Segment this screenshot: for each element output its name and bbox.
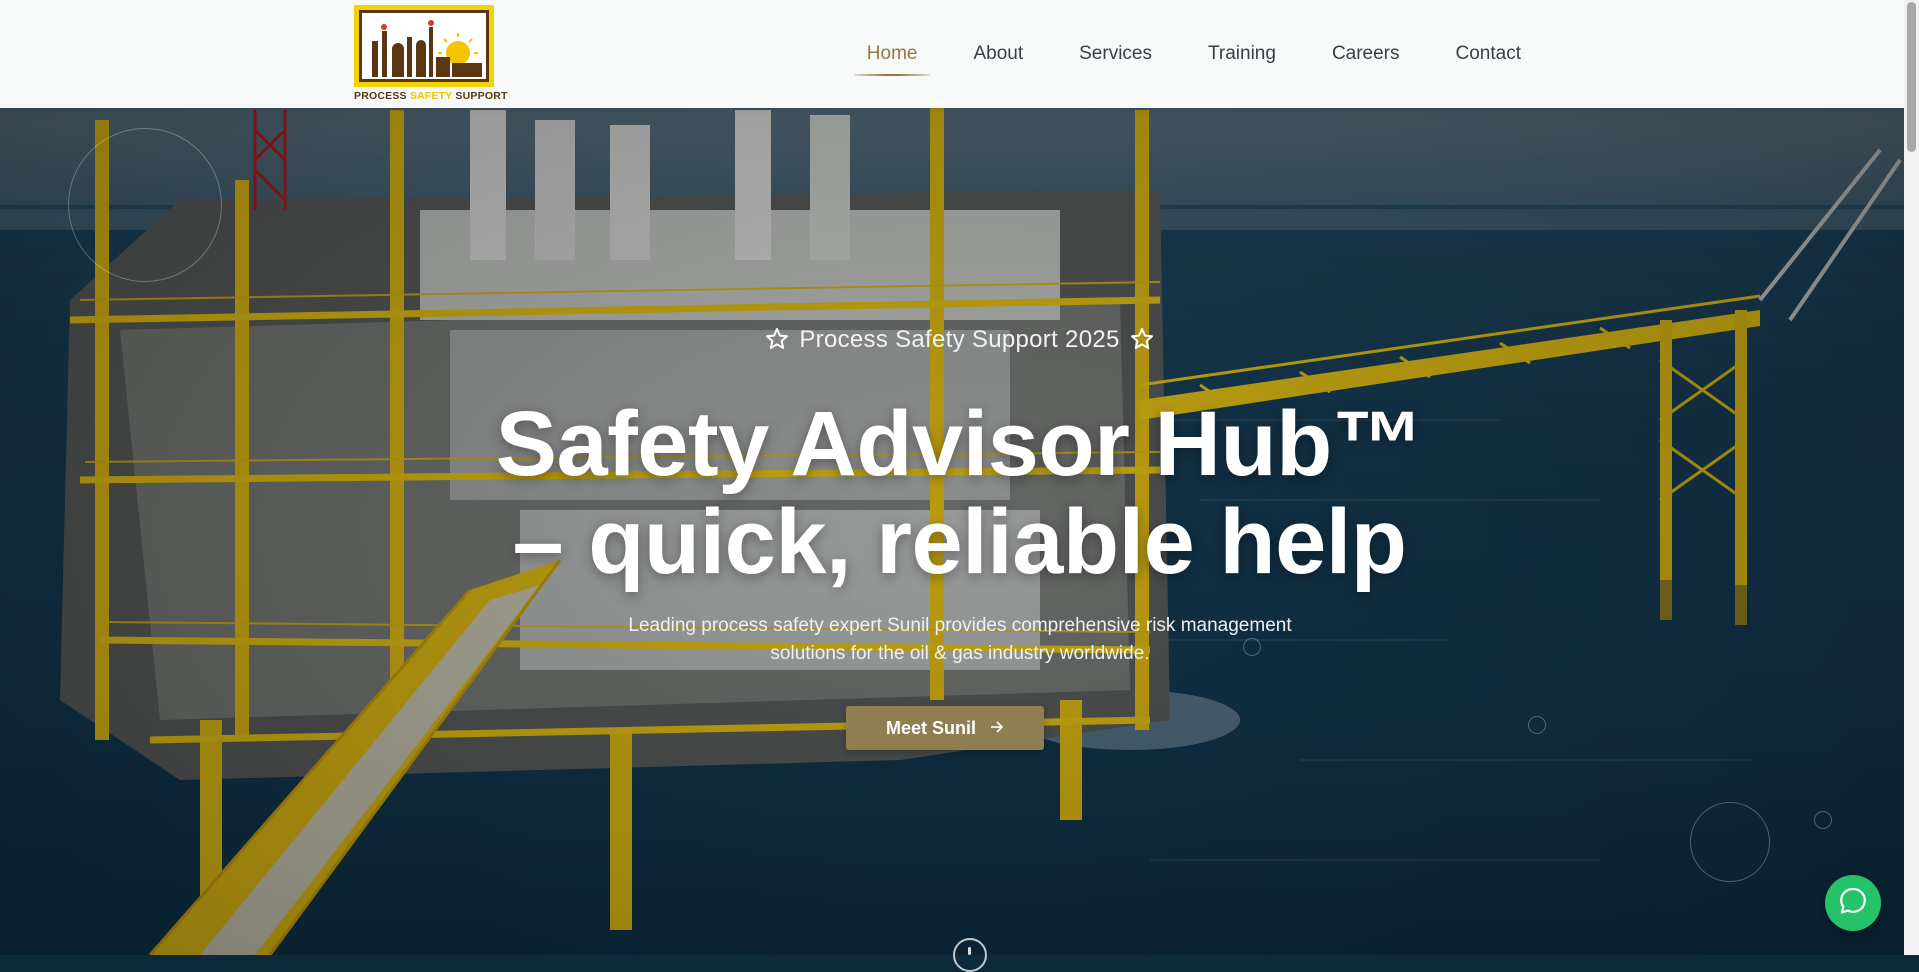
decorative-circle bbox=[68, 128, 222, 282]
nav-item-about[interactable]: About bbox=[945, 41, 1051, 67]
logo-word-support: SUPPORT bbox=[452, 90, 508, 102]
hero-headline: Safety Advisor Hub™ – quick, reliable he… bbox=[0, 395, 1919, 591]
hero-description: Leading process safety expert Sunil prov… bbox=[560, 612, 1360, 668]
logo-word-safety: SAFETY bbox=[409, 90, 453, 102]
brand-logo[interactable]: PROCESS SAFETY SUPPORT bbox=[354, 5, 507, 103]
scrollbar-thumb[interactable] bbox=[1907, 2, 1916, 152]
logo-wordmark: PROCESS SAFETY SUPPORT bbox=[354, 90, 507, 102]
decorative-circle bbox=[1814, 811, 1832, 829]
scroll-down-icon[interactable] bbox=[953, 938, 987, 972]
nav-item-home[interactable]: Home bbox=[839, 41, 946, 76]
site-header: PROCESS SAFETY SUPPORT Home About Servic… bbox=[0, 0, 1919, 108]
hero-headline-line-1: Safety Advisor Hub™ bbox=[495, 393, 1424, 495]
nav-item-services[interactable]: Services bbox=[1051, 41, 1180, 67]
meet-sunil-button[interactable]: Meet Sunil bbox=[846, 706, 1044, 750]
star-outline-icon bbox=[765, 327, 789, 358]
hero-description-line-2: solutions for the oil & gas industry wor… bbox=[770, 643, 1150, 664]
logo-emblem bbox=[359, 10, 489, 82]
meet-sunil-button-label: Meet Sunil bbox=[885, 717, 976, 738]
logo-frame bbox=[354, 5, 494, 87]
star-outline-icon bbox=[1130, 327, 1154, 358]
chat-button[interactable] bbox=[1825, 875, 1881, 931]
hero-description-line-1: Leading process safety expert Sunil prov… bbox=[628, 615, 1292, 636]
nav-item-careers[interactable]: Careers bbox=[1304, 41, 1428, 67]
nav-item-contact[interactable]: Contact bbox=[1428, 41, 1549, 67]
refinery-logo-graphic bbox=[362, 13, 486, 79]
main-navigation: Home About Services Training Careers Con… bbox=[839, 41, 1549, 76]
hero-headline-line-2: – quick, reliable help bbox=[512, 491, 1408, 593]
nav-item-training[interactable]: Training bbox=[1180, 41, 1304, 67]
page-scrollbar[interactable] bbox=[1904, 0, 1919, 955]
arrow-right-icon bbox=[990, 718, 1004, 739]
decorative-circle bbox=[1528, 716, 1546, 734]
hero-badge-text: Process Safety Support 2025 bbox=[799, 326, 1120, 353]
hero-badge: Process Safety Support 2025 bbox=[0, 326, 1919, 358]
logo-word-process: PROCESS bbox=[354, 90, 410, 102]
chat-bubble-icon bbox=[1838, 886, 1868, 921]
decorative-circle bbox=[1690, 802, 1770, 882]
